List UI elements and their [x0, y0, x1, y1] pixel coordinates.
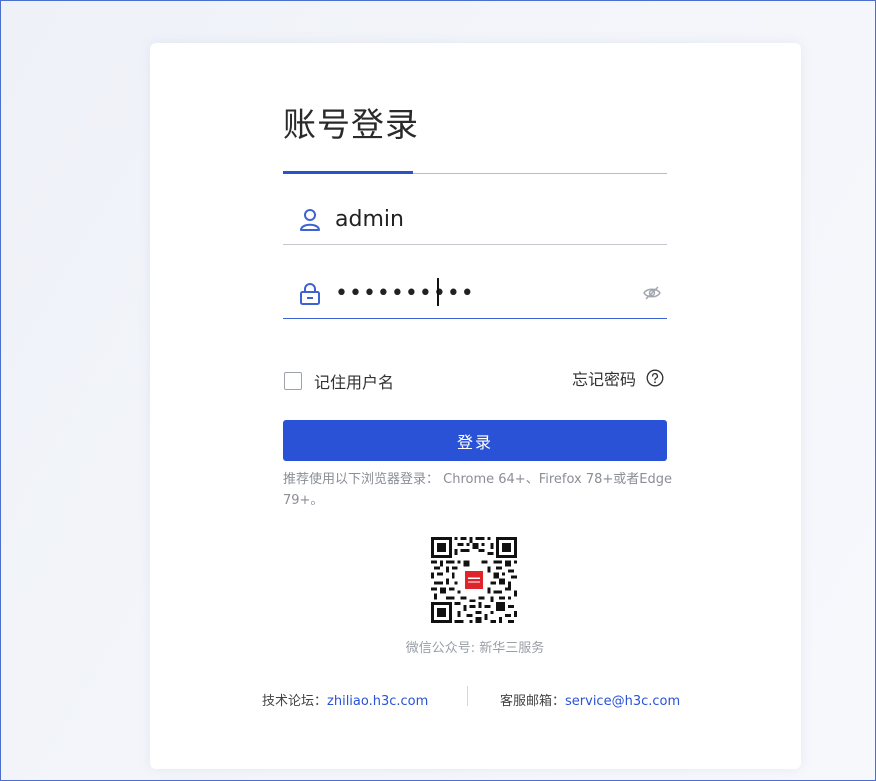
footer-forum: 技术论坛：zhiliao.h3c.com: [262, 690, 428, 709]
footer-email: 客服邮箱：service@h3c.com: [500, 690, 680, 709]
password-input[interactable]: [335, 276, 635, 310]
email-label: 客服邮箱：: [500, 694, 566, 709]
question-circle-icon[interactable]: [646, 369, 664, 387]
username-field[interactable]: [283, 196, 667, 245]
eye-off-icon[interactable]: [643, 284, 661, 302]
remember-username-option[interactable]: 记住用户名: [284, 369, 394, 393]
page-background: [0, 0, 876, 781]
forum-link[interactable]: zhiliao.h3c.com: [327, 694, 428, 709]
forgot-password-label[interactable]: 忘记密码: [572, 366, 636, 390]
title-active-underline: [283, 171, 413, 174]
login-button[interactable]: 登录: [283, 420, 667, 461]
remember-label: 记住用户名: [314, 373, 395, 392]
login-card: [150, 43, 801, 769]
page-title: 账号登录: [283, 105, 419, 144]
forum-label: 技术论坛：: [262, 694, 328, 709]
username-input[interactable]: [335, 202, 635, 236]
forgot-password-link[interactable]: 忘记密码: [572, 366, 664, 390]
email-link[interactable]: service@h3c.com: [565, 694, 680, 709]
qr-caption: 微信公众号: 新华三服务: [405, 641, 545, 656]
password-field[interactable]: [283, 270, 667, 319]
user-icon: [300, 209, 320, 231]
browser-recommendation: 推荐使用以下浏览器登录： Chrome 64+、Firefox 78+或者Edg…: [283, 472, 672, 508]
text-caret: [437, 278, 439, 306]
lock-icon: [300, 283, 320, 305]
remember-checkbox[interactable]: [284, 372, 302, 390]
footer-divider: [467, 686, 468, 706]
qr-code-icon: [431, 537, 517, 623]
